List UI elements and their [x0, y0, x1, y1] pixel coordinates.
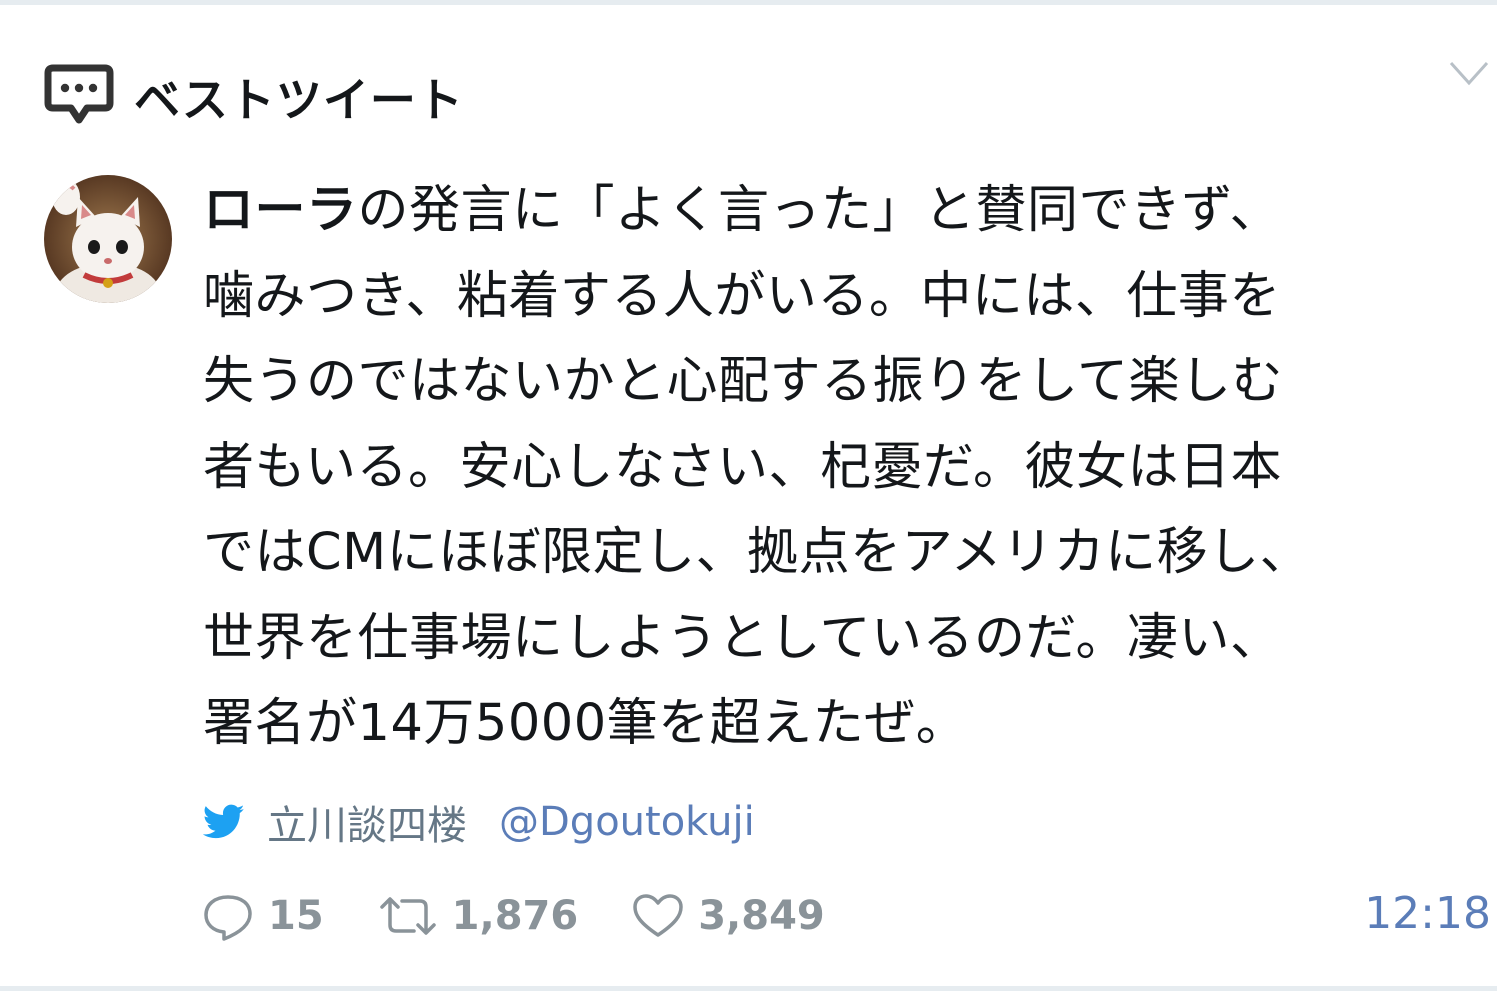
lucky-cat-avatar-image	[44, 175, 172, 303]
like-button[interactable]: 3,849	[630, 891, 825, 941]
chevron-down-icon[interactable]	[1445, 55, 1493, 91]
header-title: ベストツイート	[134, 73, 464, 127]
speech-bubble-icon	[44, 64, 114, 124]
mentioned-name: ローラ	[203, 181, 358, 240]
tweet-text: ローラの発言に「よく言った」と賛同できず、 噛みつき、粘着する人がいる。中には、…	[203, 168, 1403, 767]
author-name[interactable]: 立川談四楼	[267, 793, 467, 851]
tweet-line: 者もいる。安心しなさい、杞憂だ。彼女は日本	[203, 437, 1282, 497]
heart-icon	[633, 894, 683, 937]
retweet-icon	[379, 897, 436, 935]
retweet-count: 1,876	[451, 893, 579, 939]
tweet-time[interactable]: 12:18	[1364, 888, 1491, 939]
bottom-divider	[0, 986, 1497, 991]
best-tweet-header: ベストツイート	[44, 62, 464, 132]
tweet-line: 世界を仕事場にしようとしているのだ。凄い、	[203, 608, 1282, 668]
tweet-line: ローラの発言に「よく言った」と賛同できず、	[203, 168, 1403, 254]
author-handle[interactable]: @Dgoutokuji	[499, 799, 755, 845]
tweet-author: 立川談四楼 @Dgoutokuji	[203, 793, 755, 851]
reply-button[interactable]: 15	[200, 891, 324, 941]
retweet-button[interactable]: 1,876	[376, 891, 579, 941]
tweet-line-text: の発言に「よく言った」と賛同できず、	[357, 181, 1281, 240]
tweet-line: 署名が14万5000筆を超えたぜ。	[203, 694, 968, 753]
tweet-actions: 15 1,876 3,849	[200, 886, 877, 946]
reply-icon	[204, 895, 252, 941]
avatar[interactable]	[44, 175, 172, 303]
tweet-line: ではCMにほぼ限定し、拠点をアメリカに移し、	[203, 523, 1312, 582]
like-count: 3,849	[698, 893, 825, 939]
twitter-bird-icon	[203, 804, 245, 839]
reply-count: 15	[268, 893, 324, 939]
tweet-line: 失うのではないかと心配する振りをして楽しむ	[203, 352, 1283, 411]
tweet-line: 噛みつき、粘着する人がいる。中には、仕事を	[203, 266, 1281, 326]
top-divider	[0, 0, 1497, 5]
